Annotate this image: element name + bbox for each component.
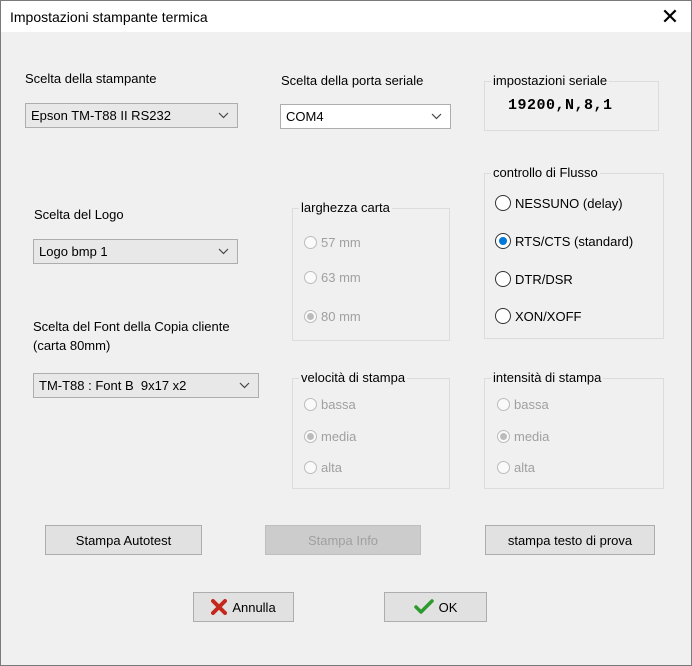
- print-intensity-option-high[interactable]: alta: [497, 460, 535, 475]
- radio-label: bassa: [514, 397, 549, 412]
- radio-icon: [304, 461, 317, 474]
- font-label-line1: Scelta del Font della Copia cliente: [33, 319, 230, 334]
- print-speed-option-low[interactable]: bassa: [304, 397, 356, 412]
- dialog-window: Impostazioni stampante termica ✕ Scelta …: [0, 0, 692, 666]
- close-button[interactable]: ✕: [649, 1, 691, 32]
- print-speed-option-high[interactable]: alta: [304, 460, 342, 475]
- button-label: stampa testo di prova: [507, 532, 633, 548]
- radio-label: alta: [514, 460, 535, 475]
- chevron-down-icon: [431, 113, 442, 120]
- flow-control-option-dtrdsr[interactable]: DTR/DSR: [495, 271, 573, 287]
- chevron-down-icon: [218, 112, 229, 119]
- serial-port-label: Scelta della porta seriale: [281, 73, 424, 88]
- radio-selected-icon: [497, 430, 510, 443]
- radio-icon: [497, 398, 510, 411]
- radio-label: 80 mm: [321, 309, 361, 324]
- radio-label: DTR/DSR: [515, 271, 573, 287]
- close-icon: ✕: [660, 3, 680, 29]
- radio-label: 57 mm: [321, 235, 361, 250]
- button-label: Stampa Autotest: [75, 532, 172, 548]
- cancel-button[interactable]: Annulla: [193, 592, 294, 622]
- flow-control-label: controllo di Flusso: [491, 165, 600, 180]
- radio-icon: [495, 271, 511, 287]
- window-title: Impostazioni stampante termica: [10, 9, 208, 25]
- radio-icon: [304, 398, 317, 411]
- checkmark-icon: [413, 599, 434, 614]
- radio-icon: [304, 271, 317, 284]
- print-info-button[interactable]: Stampa Info: [265, 525, 421, 555]
- print-speed-option-medium[interactable]: media: [304, 429, 356, 444]
- radio-label: alta: [321, 460, 342, 475]
- radio-label: RTS/CTS (standard): [515, 233, 634, 249]
- radio-icon: [497, 461, 510, 474]
- radio-label: media: [514, 429, 550, 444]
- button-label: Annulla: [232, 599, 276, 615]
- logo-select[interactable]: Logo bmp 1: [33, 239, 238, 264]
- radio-icon: [495, 308, 511, 324]
- serial-port-select[interactable]: COM4: [280, 104, 451, 129]
- font-value: TM-T88 : Font B 9x17 x2: [39, 378, 187, 393]
- radio-selected-icon: [495, 233, 511, 249]
- title-bar: Impostazioni stampante termica ✕: [1, 1, 691, 32]
- ok-button[interactable]: OK: [384, 592, 487, 622]
- radio-icon: [304, 236, 317, 249]
- chevron-down-icon: [218, 248, 229, 255]
- paper-width-label: larghezza carta: [299, 200, 392, 215]
- paper-width-option-80[interactable]: 80 mm: [304, 309, 361, 324]
- radio-icon: [495, 195, 511, 211]
- radio-label: XON/XOFF: [515, 308, 582, 324]
- flow-control-option-xonxoff[interactable]: XON/XOFF: [495, 308, 581, 324]
- chevron-down-icon: [239, 382, 250, 389]
- radio-label: 63 mm: [321, 270, 361, 285]
- flow-control-option-none[interactable]: NESSUNO (delay): [495, 195, 623, 211]
- print-speed-label: velocità di stampa: [299, 370, 408, 385]
- radio-label: media: [321, 429, 357, 444]
- paper-width-option-63[interactable]: 63 mm: [304, 270, 361, 285]
- logo-label: Scelta del Logo: [34, 207, 124, 222]
- button-label: Stampa Info: [307, 532, 379, 548]
- radio-label: bassa: [321, 397, 356, 412]
- radio-selected-icon: [304, 430, 317, 443]
- print-intensity-option-medium[interactable]: media: [497, 429, 549, 444]
- printer-value: Epson TM-T88 II RS232: [31, 108, 171, 123]
- radio-label: NESSUNO (delay): [515, 195, 623, 211]
- serial-port-value: COM4: [286, 109, 324, 124]
- font-select[interactable]: TM-T88 : Font B 9x17 x2: [33, 373, 259, 398]
- serial-settings-label: impostazioni seriale: [491, 73, 610, 88]
- print-autotest-button[interactable]: Stampa Autotest: [45, 525, 202, 555]
- print-intensity-option-low[interactable]: bassa: [497, 397, 549, 412]
- x-icon: [211, 599, 228, 615]
- logo-value: Logo bmp 1: [39, 244, 108, 259]
- button-label: OK: [438, 599, 458, 615]
- print-intensity-label: intensità di stampa: [491, 370, 604, 385]
- font-label-line2: (carta 80mm): [33, 338, 111, 353]
- serial-settings-value: 19200,N,8,1: [508, 97, 613, 114]
- paper-width-option-57[interactable]: 57 mm: [304, 235, 361, 250]
- flow-control-option-rtscts[interactable]: RTS/CTS (standard): [495, 233, 633, 249]
- radio-selected-icon: [304, 310, 317, 323]
- printer-label: Scelta della stampante: [25, 71, 157, 86]
- printer-select[interactable]: Epson TM-T88 II RS232: [25, 103, 238, 128]
- print-test-text-button[interactable]: stampa testo di prova: [485, 525, 655, 555]
